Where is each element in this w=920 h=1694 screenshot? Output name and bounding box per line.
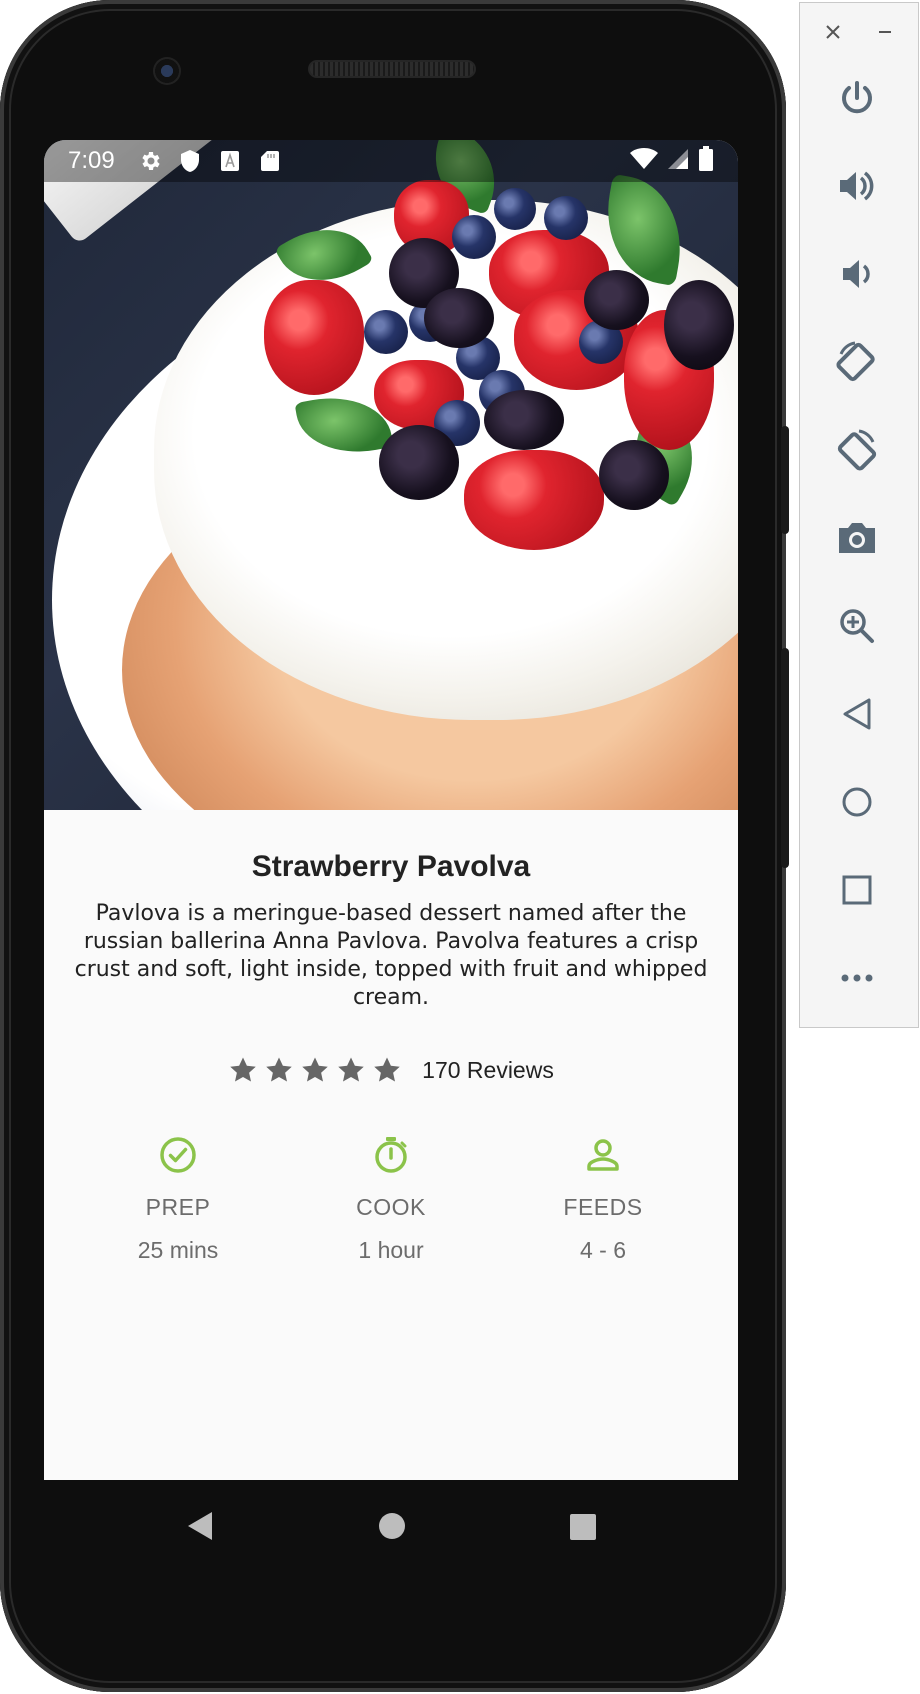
emulator-control-panel [799,2,919,1028]
phone-power-button [781,426,789,534]
star-icon [266,1057,292,1082]
stat-cook: COOK 1 hour [291,1135,491,1264]
stat-value: 4 - 6 [579,1237,627,1263]
settings-icon [137,148,163,174]
stat-value: 1 hour [358,1237,424,1263]
more-icon[interactable] [834,955,880,1001]
stat-label: COOK [356,1194,426,1220]
nav-home-icon[interactable] [378,1512,406,1540]
recipe-title: Strawberry Pavolva [251,850,531,883]
a-badge-icon [217,148,243,174]
rotate-right-icon[interactable] [834,427,880,473]
nav-back-icon[interactable] [186,1510,214,1542]
phone-frame: 7:09 Strawberry Pavolva Pavlova is a mer… [0,0,786,1692]
rotate-left-icon[interactable] [834,339,880,385]
phone-volume-button [781,648,789,868]
battery-icon [698,145,714,177]
person-icon [587,1139,619,1171]
earpiece-speaker [308,60,476,78]
blackberry [599,440,669,510]
rating-row: 170 Reviews [44,1055,738,1085]
blueberry [452,215,496,259]
star-icon [338,1057,364,1082]
check-circle-icon [160,1137,196,1173]
volume-up-icon[interactable] [834,163,880,209]
blackberry [424,288,494,348]
stat-feeds: FEEDS 4 - 6 [503,1135,703,1264]
strawberry [464,450,604,550]
recipe-hero-image: 7:09 [44,140,738,810]
star-icon [302,1057,328,1082]
overview-icon[interactable] [834,867,880,913]
app-screen: 7:09 Strawberry Pavolva Pavlova is a mer… [44,140,738,1480]
zoom-icon[interactable] [834,603,880,649]
stat-prep: PREP 25 mins [78,1135,278,1264]
blackberry [379,425,459,500]
power-icon[interactable] [834,75,880,121]
blueberry [544,196,588,240]
home-icon[interactable] [834,779,880,825]
camera-icon[interactable] [834,515,880,561]
minimize-icon[interactable] [876,23,894,41]
system-nav-bar [44,1480,738,1570]
star-icon [374,1057,400,1082]
blackberry [664,280,734,370]
stat-value: 25 mins [137,1237,219,1263]
stopwatch-icon [375,1137,407,1173]
recipe-description: Pavlova is a meringue-based dessert name… [74,901,708,1010]
blackberry [484,390,564,450]
review-count: 170 Reviews [422,1056,554,1083]
stat-label: FEEDS [563,1194,643,1220]
status-time: 7:09 [68,147,115,174]
front-camera [153,57,181,85]
close-icon[interactable] [824,23,842,41]
back-icon[interactable] [834,691,880,737]
signal-icon [666,147,690,176]
volume-down-icon[interactable] [834,251,880,297]
star-icon [230,1057,256,1082]
sd-card-icon [257,148,283,174]
status-bar: 7:09 [44,140,738,182]
wifi-icon [630,147,658,176]
blackberry [584,270,649,330]
stat-label: PREP [145,1194,211,1220]
blueberry [494,188,536,230]
strawberry [264,280,364,395]
blueberry [364,310,408,354]
shield-icon [177,148,203,174]
nav-overview-icon[interactable] [569,1513,597,1541]
